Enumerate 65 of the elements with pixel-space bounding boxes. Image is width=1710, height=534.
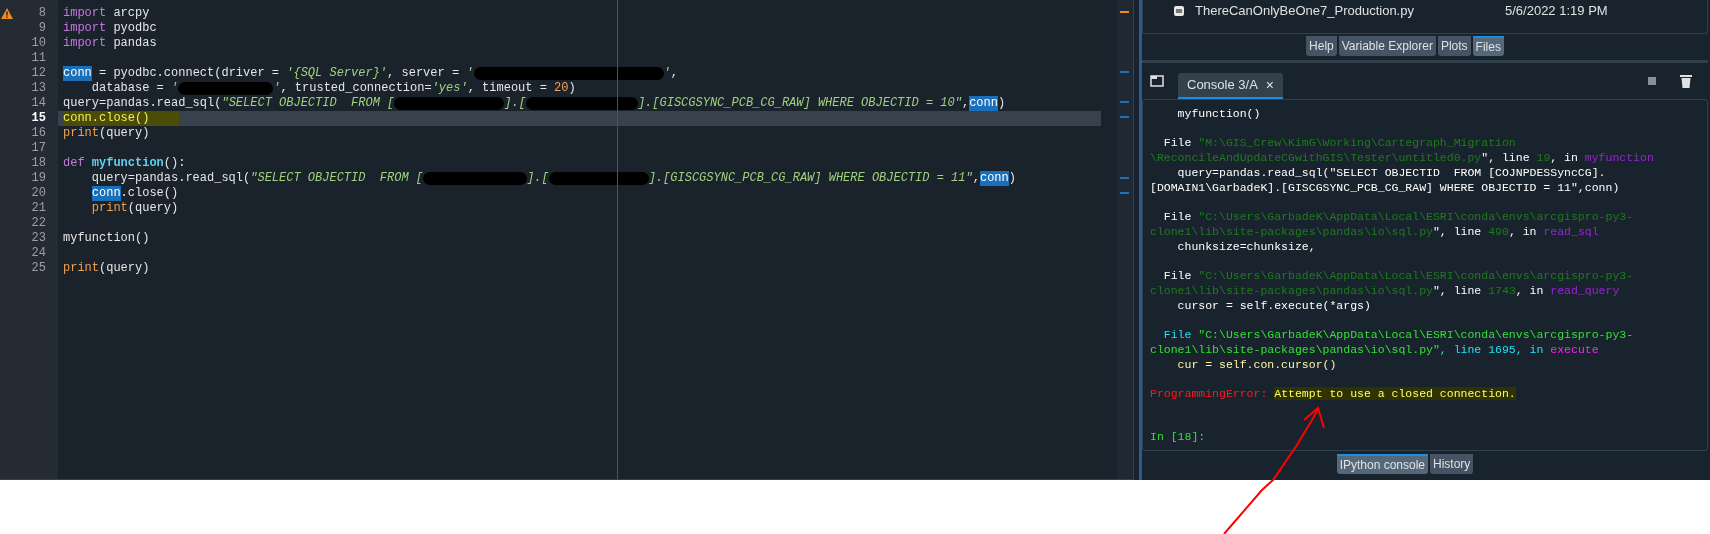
- console-line: cur = self.con.cursor(): [1176, 357, 1337, 372]
- code-line: import pandas: [63, 36, 157, 51]
- code-line: conn.close(): [91, 186, 179, 201]
- console-line: myfunction(): [1176, 106, 1261, 121]
- python-file-icon: [1173, 4, 1185, 17]
- code-line: print(query): [63, 261, 150, 276]
- console-line: ProgrammingError: Attempt to use a closed connection.: [1150, 386, 1516, 401]
- line-number: 18: [31, 156, 46, 170]
- code-line: print(query): [91, 201, 179, 216]
- code-line: import pyodbc: [63, 21, 157, 36]
- pane-tab[interactable]: Help: [1306, 36, 1337, 56]
- pane-tab[interactable]: IPython console: [1336, 454, 1428, 474]
- line-number: 14: [31, 96, 46, 110]
- console-line: chunksize=chunksize,: [1176, 239, 1316, 254]
- file-date: 5/6/2022 1:19 PM: [1505, 2, 1608, 20]
- line-number: 16: [31, 126, 46, 140]
- line-number: 8: [38, 6, 46, 20]
- code-line: import arcpy: [63, 6, 150, 21]
- line-number: 22: [31, 216, 46, 230]
- console-tab-label[interactable]: Console 3/A: [1187, 75, 1258, 95]
- pane-tab[interactable]: Files: [1472, 36, 1504, 56]
- console-line: File "C:\Users\GarbadeK\AppData\Local\ESRI\conda\envs\arcgispro-py3-: [1162, 327, 1634, 342]
- console-line: clone1\lib\site-packages\pandas\io\sql.py", line 1743, in read_query: [1150, 283, 1620, 298]
- pane-tab[interactable]: History: [1430, 454, 1474, 474]
- line-number: 11: [31, 51, 46, 65]
- console-line: File "M:\GIS_Crew\KimG\Working\Cartegraph_Migration: [1162, 135, 1516, 150]
- line-number: 15: [31, 111, 46, 125]
- line-number: 9: [38, 21, 46, 35]
- line-number: 19: [31, 171, 46, 185]
- code-line: conn = pyodbc.connect(driver = '{SQL Server}', server = ' ',: [63, 66, 678, 81]
- line-number: 21: [31, 201, 46, 215]
- console-line: File "C:\Users\GarbadeK\AppData\Local\ESRI\conda\envs\arcgispro-py3-: [1162, 268, 1634, 283]
- line-number: 10: [31, 36, 46, 50]
- code-line: database = ' ', trusted_connection='yes', timeout = 20): [90, 81, 576, 96]
- console-prompt[interactable]: In [18]:: [1150, 429, 1206, 444]
- trash-icon[interactable]: [1680, 74, 1692, 88]
- code-line: query=pandas.read_sql("SELECT OBJECTID FROM [ ].[ ].[GISCGSYNC_PCB_CG_RAW] WHERE OBJECTID = 10",conn): [63, 96, 1006, 111]
- console-output[interactable]: [1142, 99, 1708, 451]
- console-tab[interactable]: Console 3/A ×: [1178, 73, 1283, 99]
- line-number: 20: [31, 186, 46, 200]
- warning-icon: [1, 8, 13, 19]
- console-line: \ReconcileAndUpdateCGwithGIS\Tester\untitled0.py", line 19, in myfunction: [1150, 150, 1654, 165]
- code-line: query=pandas.read_sql("SELECT OBJECTID FROM [ ].[ ].[GISCGSYNC_PCB_CG_RAW] WHERE OBJECTID = 11",conn): [91, 171, 1016, 186]
- console-line: [DOMAIN1\GarbadeK].[GISCGSYNC_PCB_CG_RAW] WHERE OBJECTID = 11",conn): [1150, 180, 1620, 195]
- window-icon[interactable]: [1150, 75, 1164, 87]
- line-number: 25: [31, 261, 46, 275]
- scrollbar[interactable]: [1117, 0, 1133, 479]
- file-name[interactable]: ThereCanOnlyBeOne7_Production.py: [1195, 1, 1495, 21]
- console-line: clone1\lib\site-packages\pandas\io\sql.py", line 490, in read_sql: [1150, 224, 1599, 239]
- line-number: 12: [31, 66, 46, 80]
- code-line: myfunction(): [63, 231, 150, 246]
- line-number: 17: [31, 141, 46, 155]
- line-number: 13: [31, 81, 46, 95]
- console-line: File "C:\Users\GarbadeK\AppData\Local\ESRI\conda\envs\arcgispro-py3-: [1162, 209, 1634, 224]
- line-number: 24: [31, 246, 46, 260]
- console-line: cursor = self.execute(*args): [1176, 298, 1371, 313]
- console-line: clone1\lib\site-packages\pandas\io\sql.py", line 1695, in execute: [1150, 342, 1599, 357]
- console-line: query=pandas.read_sql("SELECT OBJECTID FROM [COJNPDESSyncCG].: [1176, 165, 1606, 180]
- line-number: 23: [31, 231, 46, 245]
- pane-tab[interactable]: Variable Explorer: [1338, 36, 1436, 56]
- close-button[interactable]: ×: [1265, 74, 1274, 96]
- pane-tab[interactable]: Plots: [1437, 36, 1471, 56]
- code-line: def myfunction():: [63, 156, 186, 171]
- code-line: print(query): [63, 126, 150, 141]
- code-editor[interactable]: [0, 0, 1134, 480]
